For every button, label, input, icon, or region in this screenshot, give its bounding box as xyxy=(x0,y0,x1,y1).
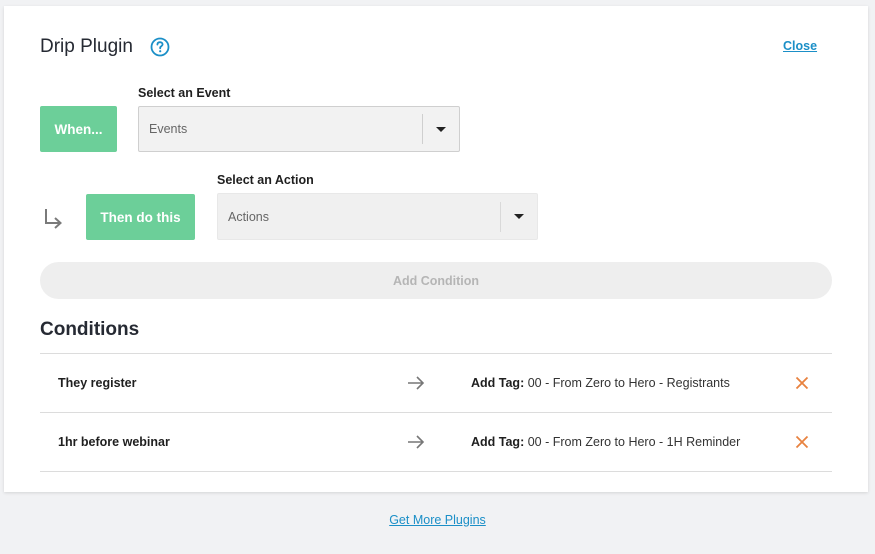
page-title: Drip Plugin xyxy=(40,36,133,57)
event-select[interactable]: Events xyxy=(138,106,460,152)
condition-trigger: 1hr before webinar xyxy=(58,435,170,449)
condition-row: They register Add Tag: 00 - From Zero to… xyxy=(40,354,832,413)
conditions-title: Conditions xyxy=(40,319,140,340)
add-condition-button[interactable]: Add Condition xyxy=(40,262,832,299)
action-field-label: Select an Action xyxy=(217,173,314,187)
close-x-icon[interactable] xyxy=(795,435,809,449)
condition-action: Add Tag: 00 - From Zero to Hero - 1H Rem… xyxy=(471,435,740,449)
action-prefix: Add Tag: xyxy=(471,376,525,390)
event-select-value: Events xyxy=(149,122,188,136)
close-link[interactable]: Close xyxy=(783,39,817,53)
drip-plugin-panel: Drip Plugin Close Select an Event When..… xyxy=(4,6,868,492)
event-field-label: Select an Event xyxy=(138,86,231,100)
caret-down-icon[interactable] xyxy=(423,126,459,132)
get-more-plugins-link[interactable]: Get More Plugins xyxy=(0,513,875,527)
then-do-this-button[interactable]: Then do this xyxy=(86,194,195,240)
arrow-right-icon xyxy=(407,434,425,450)
condition-trigger: They register xyxy=(58,376,137,390)
action-value: 00 - From Zero to Hero - Registrants xyxy=(527,376,730,390)
action-value: 00 - From Zero to Hero - 1H Reminder xyxy=(527,435,741,449)
conditions-list: They register Add Tag: 00 - From Zero to… xyxy=(40,353,832,472)
close-x-icon[interactable] xyxy=(795,376,809,390)
turn-down-right-icon xyxy=(42,206,66,230)
action-select-value: Actions xyxy=(228,209,269,224)
action-prefix: Add Tag: xyxy=(471,435,525,449)
arrow-right-icon xyxy=(407,375,425,391)
caret-down-icon[interactable] xyxy=(501,214,537,219)
condition-action: Add Tag: 00 - From Zero to Hero - Regist… xyxy=(471,376,730,390)
when-button[interactable]: When... xyxy=(40,106,117,152)
condition-row: 1hr before webinar Add Tag: 00 - From Ze… xyxy=(40,413,832,472)
help-icon[interactable] xyxy=(150,37,170,57)
action-select[interactable]: Actions xyxy=(217,193,538,240)
